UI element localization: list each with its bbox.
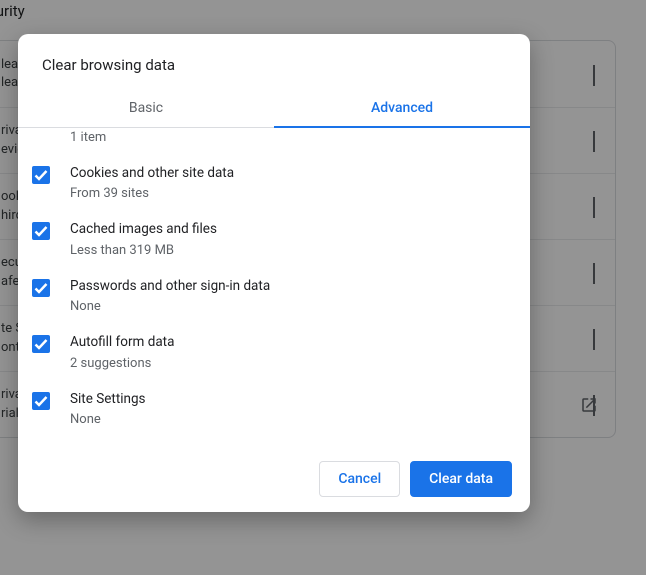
dialog-actions: Cancel Clear data: [18, 446, 530, 512]
option-text: Cached images and files Less than 319 MB: [70, 221, 506, 258]
tab-basic[interactable]: Basic: [18, 88, 274, 127]
clear-browsing-data-dialog: Clear browsing data Basic Advanced Downl…: [18, 34, 530, 512]
option-subtitle: 1 item: [70, 130, 506, 145]
option-subtitle: 2 suggestions: [70, 356, 506, 371]
option-text: Passwords and other sign-in data None: [70, 278, 506, 315]
option-text: Cookies and other site data From 39 sites: [70, 165, 506, 202]
clear-data-option[interactable]: Cached images and files Less than 319 MB: [18, 211, 530, 268]
option-subtitle: From 39 sites: [70, 186, 506, 201]
option-title: Cached images and files: [70, 221, 506, 239]
options-scroll-area[interactable]: Download history1 item Cookies and other …: [18, 128, 530, 446]
tab-advanced[interactable]: Advanced: [274, 88, 530, 127]
clear-data-option[interactable]: Passwords and other sign-in data None: [18, 268, 530, 325]
checkbox-checked-icon[interactable]: [32, 279, 50, 297]
checkbox-checked-icon[interactable]: [32, 392, 50, 410]
clear-data-option[interactable]: Download history1 item: [18, 128, 530, 155]
option-subtitle: Less than 319 MB: [70, 243, 506, 258]
clear-data-button[interactable]: Clear data: [410, 461, 512, 497]
option-title: Passwords and other sign-in data: [70, 278, 506, 296]
option-subtitle: None: [70, 412, 506, 427]
checkbox-checked-icon[interactable]: [32, 222, 50, 240]
checkbox-checked-icon[interactable]: [32, 335, 50, 353]
clear-data-option[interactable]: Hosted app data1 app (Web Store): [18, 437, 530, 446]
option-subtitle: None: [70, 299, 506, 314]
option-text: Site Settings None: [70, 391, 506, 428]
option-title: Autofill form data: [70, 334, 506, 352]
clear-data-option[interactable]: Cookies and other site data From 39 sites: [18, 155, 530, 212]
checkbox-checked-icon[interactable]: [32, 166, 50, 184]
option-text: Download history1 item: [70, 128, 506, 145]
cancel-button[interactable]: Cancel: [319, 461, 400, 497]
option-text: Autofill form data 2 suggestions: [70, 334, 506, 371]
clear-data-option[interactable]: Autofill form data 2 suggestions: [18, 324, 530, 381]
dialog-tabs: Basic Advanced: [18, 88, 530, 128]
clear-data-option[interactable]: Site Settings None: [18, 381, 530, 438]
option-title: Site Settings: [70, 391, 506, 409]
dialog-title: Clear browsing data: [18, 34, 530, 88]
option-title: Cookies and other site data: [70, 165, 506, 183]
